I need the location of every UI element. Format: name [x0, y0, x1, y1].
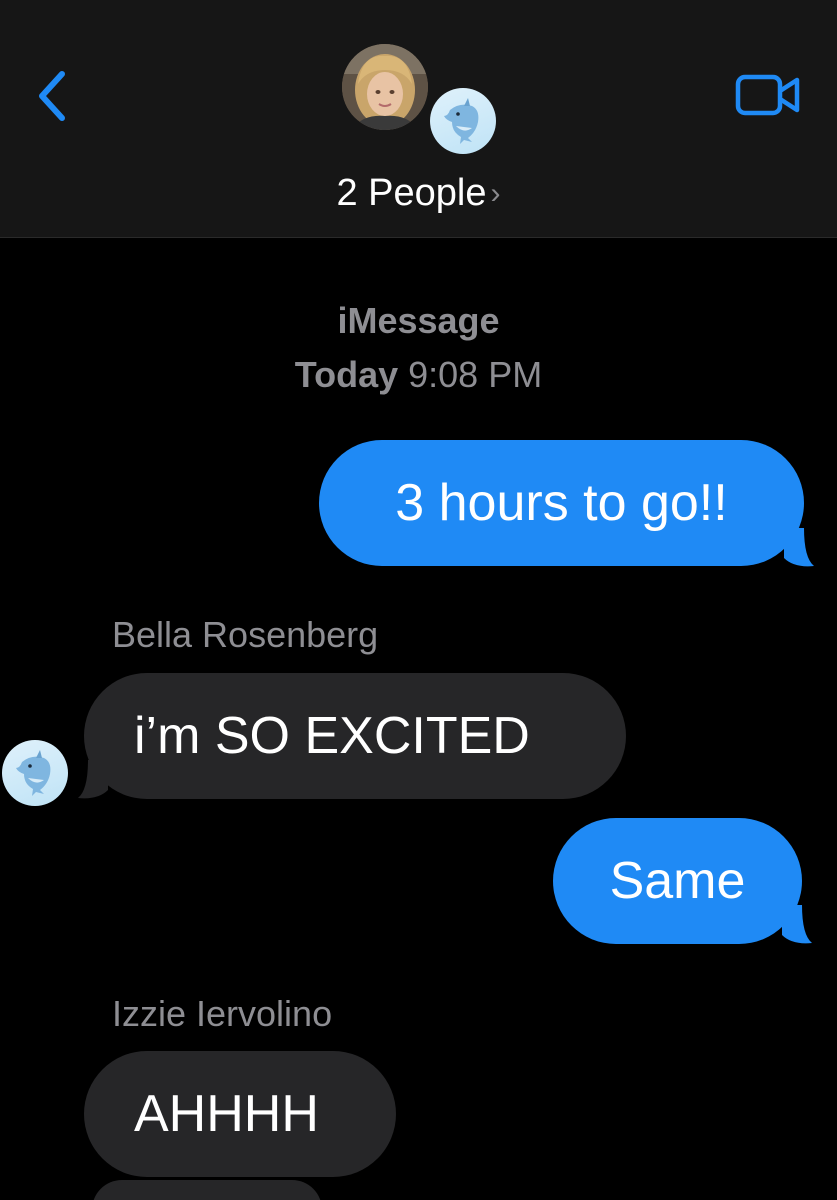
message-text: i’m SO EXCITED	[134, 707, 530, 765]
message-text: Same	[609, 852, 746, 910]
back-button[interactable]	[30, 66, 74, 126]
conversation-header: 2 People ›	[0, 0, 837, 238]
video-camera-icon	[735, 74, 800, 116]
message-text: 3 hours to go!!	[395, 474, 728, 532]
sender-name: Izzie Iervolino	[112, 993, 333, 1034]
service-label: iMessage	[337, 300, 500, 341]
sent-bubble-tail	[782, 905, 812, 944]
sender-avatar[interactable]	[2, 740, 68, 806]
group-title: 2 People	[336, 172, 487, 214]
contact-photo-avatar	[342, 44, 428, 130]
messages-screen: 2 People › iMessage Today 9:08 PM 3 hours…	[0, 0, 837, 1200]
chevron-right-icon: ›	[490, 177, 501, 210]
sender-name: Bella Rosenberg	[112, 614, 379, 655]
received-message-bubble[interactable]: AHHHH	[84, 1051, 396, 1177]
timestamp-time: 9:08 PM	[408, 354, 543, 395]
sent-message-bubble[interactable]: 3 hours to go!!	[319, 440, 804, 566]
sent-bubble-tail	[784, 528, 814, 567]
dolphin-emoji-avatar	[430, 88, 496, 154]
dolphin-icon	[444, 98, 479, 144]
sent-message-bubble[interactable]: Same	[553, 818, 802, 944]
message-timestamp: Today 9:08 PM	[0, 354, 837, 396]
message-text: AHHHH	[134, 1085, 319, 1143]
group-avatar[interactable]	[338, 40, 500, 154]
facetime-video-button[interactable]	[735, 74, 801, 116]
received-message-bubble-partial[interactable]	[92, 1180, 322, 1200]
dolphin-icon	[16, 750, 51, 796]
chevron-left-icon	[39, 71, 65, 121]
received-bubble-tail	[78, 760, 108, 799]
received-message-bubble[interactable]: i’m SO EXCITED	[84, 673, 626, 799]
timestamp-day: Today	[294, 354, 399, 395]
group-title-button[interactable]: 2 People ›	[0, 168, 837, 219]
